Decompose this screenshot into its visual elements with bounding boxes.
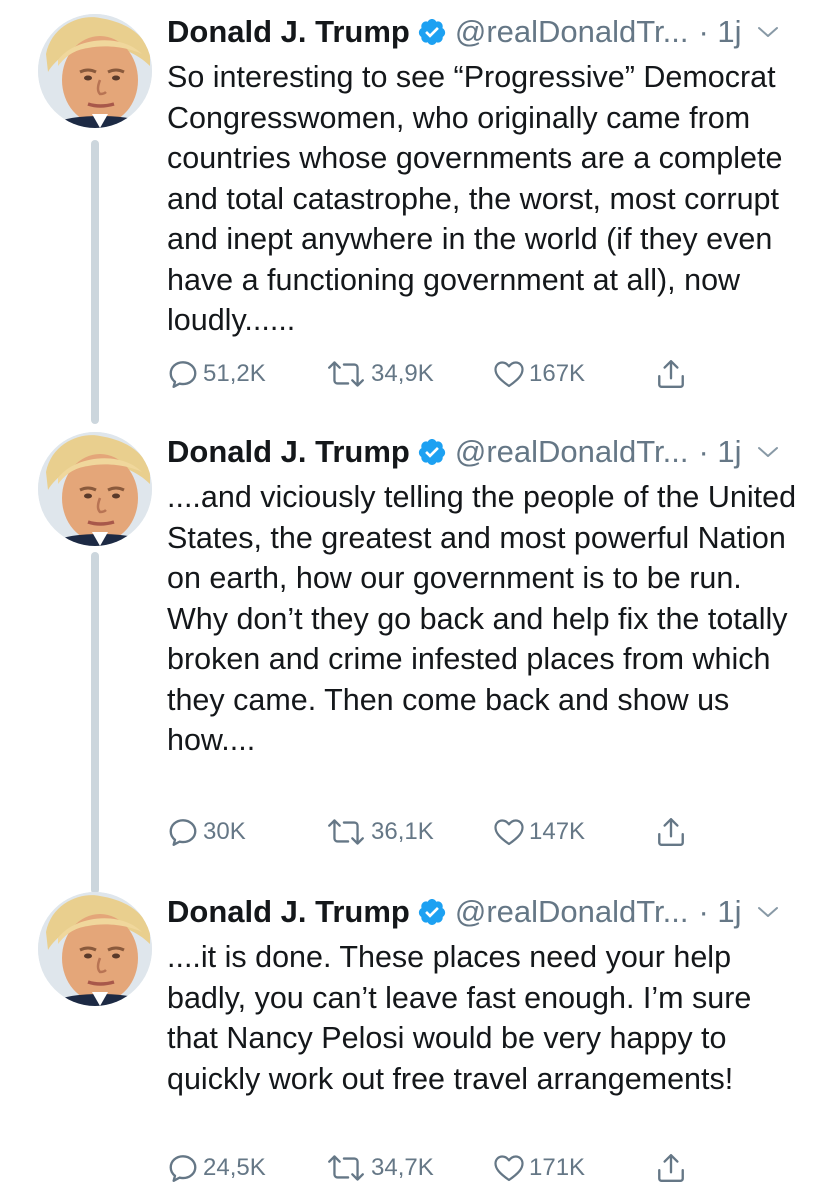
display-name[interactable]: Donald J. Trump [167,434,410,470]
reply-icon [167,1152,199,1184]
retweet-icon [325,1152,367,1184]
retweet-count: 36,1K [371,818,434,845]
thread-connector [91,552,99,894]
tweet-actions: 24,5K 34,7K 171K [167,1148,727,1188]
display-name[interactable]: Donald J. Trump [167,14,410,50]
chevron-down-icon[interactable] [756,24,780,40]
like-button[interactable]: 167K [493,354,585,394]
retweet-count: 34,7K [371,1154,434,1181]
thread-connector [91,140,99,424]
retweet-count: 34,9K [371,360,434,387]
tweet-text: ....it is done. These places need your h… [167,940,752,1096]
reply-button[interactable]: 24,5K [167,1148,266,1188]
reply-count: 30K [203,818,246,845]
user-handle[interactable]: @realDonaldTr... [455,434,689,470]
avatar[interactable] [38,892,152,1006]
timestamp[interactable]: · 1j [699,14,742,50]
chevron-down-icon[interactable] [756,444,780,460]
avatar[interactable] [38,432,152,546]
tweet-header: Donald J. Trump @realDonaldTr... · 1j [167,426,807,478]
share-icon [655,1152,687,1184]
like-count: 147K [529,818,586,845]
tweet-header: Donald J. Trump @realDonaldTr... · 1j [167,6,807,58]
reply-button[interactable]: 30K [167,812,246,852]
reply-icon [167,358,199,390]
verified-badge-icon [417,897,447,927]
retweet-button[interactable]: 34,7K [325,1148,434,1188]
like-button[interactable]: 171K [493,1148,585,1188]
tweet-text: So interesting to see “Progressive” Demo… [167,60,783,337]
verified-badge-icon [417,17,447,47]
reply-count: 24,5K [203,1154,266,1181]
like-count: 167K [529,360,586,387]
like-icon [493,816,525,848]
like-count: 171K [529,1154,586,1181]
avatar[interactable] [38,14,152,128]
share-button[interactable] [655,812,687,852]
share-icon [655,816,687,848]
like-icon [493,358,525,390]
reply-count: 51,2K [203,360,266,387]
share-button[interactable] [655,354,687,394]
user-handle[interactable]: @realDonaldTr... [455,894,689,930]
tweet-actions: 51,2K 34,9K 167K [167,354,727,394]
tweet-actions: 30K 36,1K 147K [167,812,727,852]
like-icon [493,1152,525,1184]
retweet-icon [325,358,367,390]
retweet-button[interactable]: 34,9K [325,354,434,394]
verified-badge-icon [417,437,447,467]
tweet-header: Donald J. Trump @realDonaldTr... · 1j [167,886,807,938]
chevron-down-icon[interactable] [756,904,780,920]
share-icon [655,358,687,390]
reply-button[interactable]: 51,2K [167,354,266,394]
timestamp[interactable]: · 1j [699,434,742,470]
like-button[interactable]: 147K [493,812,585,852]
timestamp[interactable]: · 1j [699,894,742,930]
retweet-icon [325,816,367,848]
retweet-button[interactable]: 36,1K [325,812,434,852]
display-name[interactable]: Donald J. Trump [167,894,410,930]
reply-icon [167,816,199,848]
share-button[interactable] [655,1148,687,1188]
user-handle[interactable]: @realDonaldTr... [455,14,689,50]
tweet-text: ....and viciously telling the people of … [167,480,797,757]
